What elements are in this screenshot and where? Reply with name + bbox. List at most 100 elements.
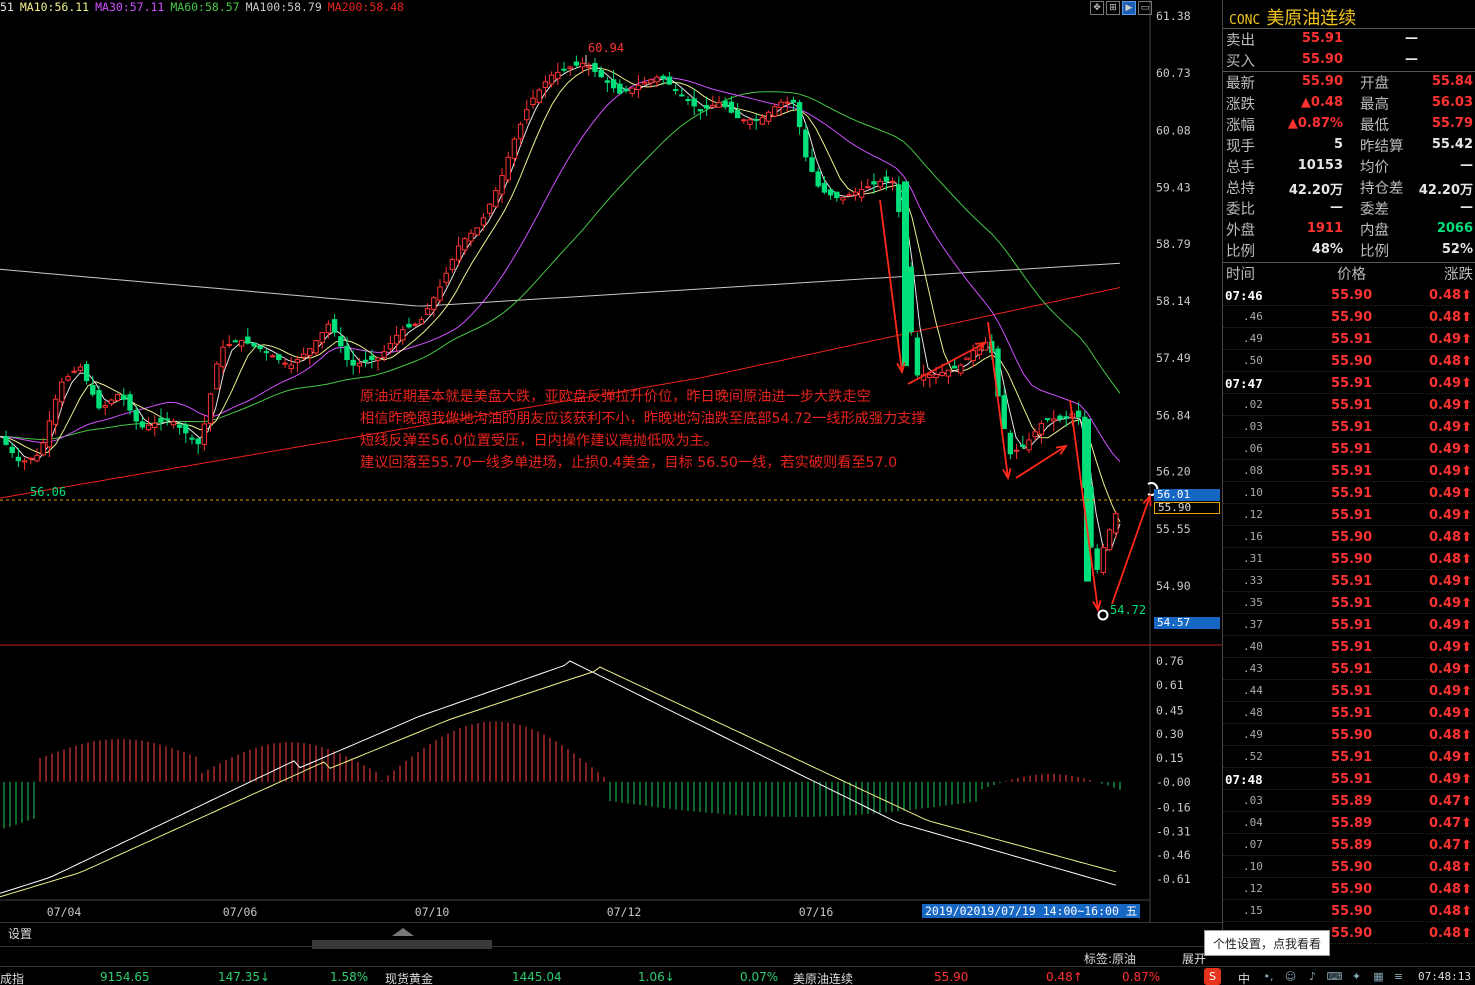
candle xyxy=(257,345,263,350)
up-arrow-icon: ⬆ xyxy=(1461,442,1472,457)
tick-change-value: 0.49 xyxy=(1429,574,1462,589)
tick-row: .03 55.89 0.47⬆ xyxy=(1223,790,1475,812)
tick-time: .46 xyxy=(1243,310,1263,323)
tick-row: 07:48 55.91 0.49⬆ xyxy=(1223,768,1475,790)
punctuation-icon[interactable]: •, xyxy=(1260,968,1277,985)
index-change: 147.35↓ xyxy=(218,970,271,984)
tick-change: 0.48⬆ xyxy=(1429,530,1472,545)
low-marker xyxy=(1097,609,1109,621)
move-icon[interactable]: ✥ xyxy=(1090,1,1104,15)
tick-row: .07 55.89 0.47⬆ xyxy=(1223,834,1475,856)
up-arrow-icon: ⬆ xyxy=(1461,838,1472,853)
tick-time: 07:48 xyxy=(1225,772,1263,787)
toolbox-icon[interactable]: ▦ xyxy=(1370,968,1387,985)
settings-button[interactable]: 设置 xyxy=(8,925,32,942)
grid-icon[interactable]: ⊞ xyxy=(1106,1,1120,15)
candle xyxy=(548,74,555,85)
candle xyxy=(505,156,511,181)
candle xyxy=(660,75,666,80)
candle xyxy=(741,119,747,122)
quote-row: 总手 10153 均价 — xyxy=(1223,156,1475,177)
candle xyxy=(524,109,530,121)
tick-price: 55.90 xyxy=(1331,288,1373,303)
oil-change: 0.48↑ xyxy=(1046,970,1083,984)
ma-legend-item: 51 xyxy=(0,0,14,14)
candle xyxy=(672,89,679,92)
oil-percent: 0.87% xyxy=(1122,970,1161,984)
quote-value: 56.03 xyxy=(1431,95,1473,110)
price-axis-label: 60.08 xyxy=(1156,123,1191,137)
tick-price: 55.90 xyxy=(1331,926,1373,941)
candle xyxy=(220,346,226,368)
gold-percent: 0.07% xyxy=(740,970,779,984)
candle xyxy=(238,339,245,347)
tick-change: 0.49⬆ xyxy=(1429,420,1472,435)
chart-area[interactable]: 61.38 60.73 60.08 59.43 58.79 58.14 57.49 56.84… xyxy=(0,0,1222,942)
macd-axis-label: -0.46 xyxy=(1156,848,1191,862)
tick-price: 55.91 xyxy=(1331,684,1373,699)
ime-mode[interactable]: 中 xyxy=(1238,970,1250,985)
window-icon[interactable]: ▭ xyxy=(1138,1,1152,15)
buy-label: 买入 xyxy=(1226,54,1255,70)
candle xyxy=(164,418,170,421)
price-axis-label: 56.20 xyxy=(1156,465,1191,479)
skin-icon[interactable]: ✦ xyxy=(1348,968,1365,985)
tick-change-value: 0.49 xyxy=(1429,662,1462,677)
ma-legend-item: MA200:58.48 xyxy=(327,0,404,14)
candle xyxy=(641,82,648,85)
tick-change: 0.47⬆ xyxy=(1429,816,1472,831)
date-axis-label: 07/10 xyxy=(415,905,450,919)
sogou-ime-icon[interactable]: S xyxy=(1204,968,1221,985)
candle xyxy=(288,364,294,369)
candle xyxy=(734,109,741,119)
tick-change: 0.49⬆ xyxy=(1429,574,1472,589)
tick-time: .10 xyxy=(1243,860,1263,873)
tick-price: 55.90 xyxy=(1331,904,1373,919)
keyboard-icon[interactable]: ⌨ xyxy=(1326,968,1343,985)
up-arrow-icon: ⬆ xyxy=(1461,882,1472,897)
collapse-arrow-icon[interactable] xyxy=(390,926,416,938)
candle xyxy=(474,227,480,236)
candle xyxy=(610,79,617,89)
tick-price: 55.91 xyxy=(1331,486,1373,501)
candle xyxy=(821,182,828,193)
candle xyxy=(437,286,443,301)
cursor-icon[interactable]: ▶ xyxy=(1122,1,1136,15)
tick-row: .06 55.91 0.49⬆ xyxy=(1223,438,1475,460)
candle xyxy=(455,245,462,261)
tick-change: 0.49⬆ xyxy=(1429,618,1472,633)
price-axis-label: 57.49 xyxy=(1156,351,1191,365)
up-arrow-icon: ⬆ xyxy=(1461,354,1472,369)
tick-change-value: 0.49 xyxy=(1429,398,1462,413)
settings-tooltip[interactable]: 个性设置，点我看看 xyxy=(1204,930,1330,956)
candle xyxy=(90,384,96,395)
tick-time: .12 xyxy=(1243,882,1263,895)
expand-button[interactable]: 展开 xyxy=(1182,950,1206,967)
time-sales-header: 时间 价格 涨跌 xyxy=(1223,263,1475,283)
tick-price: 55.89 xyxy=(1331,838,1373,853)
candle xyxy=(852,191,859,196)
tick-price: 55.91 xyxy=(1331,332,1373,347)
menu-icon[interactable]: ≡ xyxy=(1390,968,1407,985)
emoji-icon[interactable]: ☺ xyxy=(1282,968,1299,985)
candle xyxy=(207,393,214,424)
candle xyxy=(889,180,896,183)
tick-time: .03 xyxy=(1243,420,1263,433)
tag-label[interactable]: 标签:原油 xyxy=(1084,950,1136,967)
tick-price: 55.91 xyxy=(1331,618,1373,633)
candle xyxy=(276,354,282,361)
quote-panel: CONC 美原油连续 卖出 55.91 — 买入 55.90 — 最新 55.90 开… xyxy=(1222,0,1475,946)
macd-axis-label: 0.45 xyxy=(1156,703,1184,717)
up-arrow-icon: ⬆ xyxy=(1461,640,1472,655)
voice-icon[interactable]: ♪ xyxy=(1304,968,1321,985)
macd-line xyxy=(0,666,1117,898)
candle xyxy=(970,350,976,362)
candle xyxy=(648,79,654,84)
tick-change: 0.49⬆ xyxy=(1429,684,1472,699)
candle xyxy=(759,117,766,125)
up-arrow-icon: ⬆ xyxy=(1461,486,1472,501)
quote-label: 最低 xyxy=(1360,118,1389,134)
candle xyxy=(846,194,852,197)
tick-time: .16 xyxy=(1243,530,1263,543)
quote-value: — xyxy=(1460,200,1473,215)
